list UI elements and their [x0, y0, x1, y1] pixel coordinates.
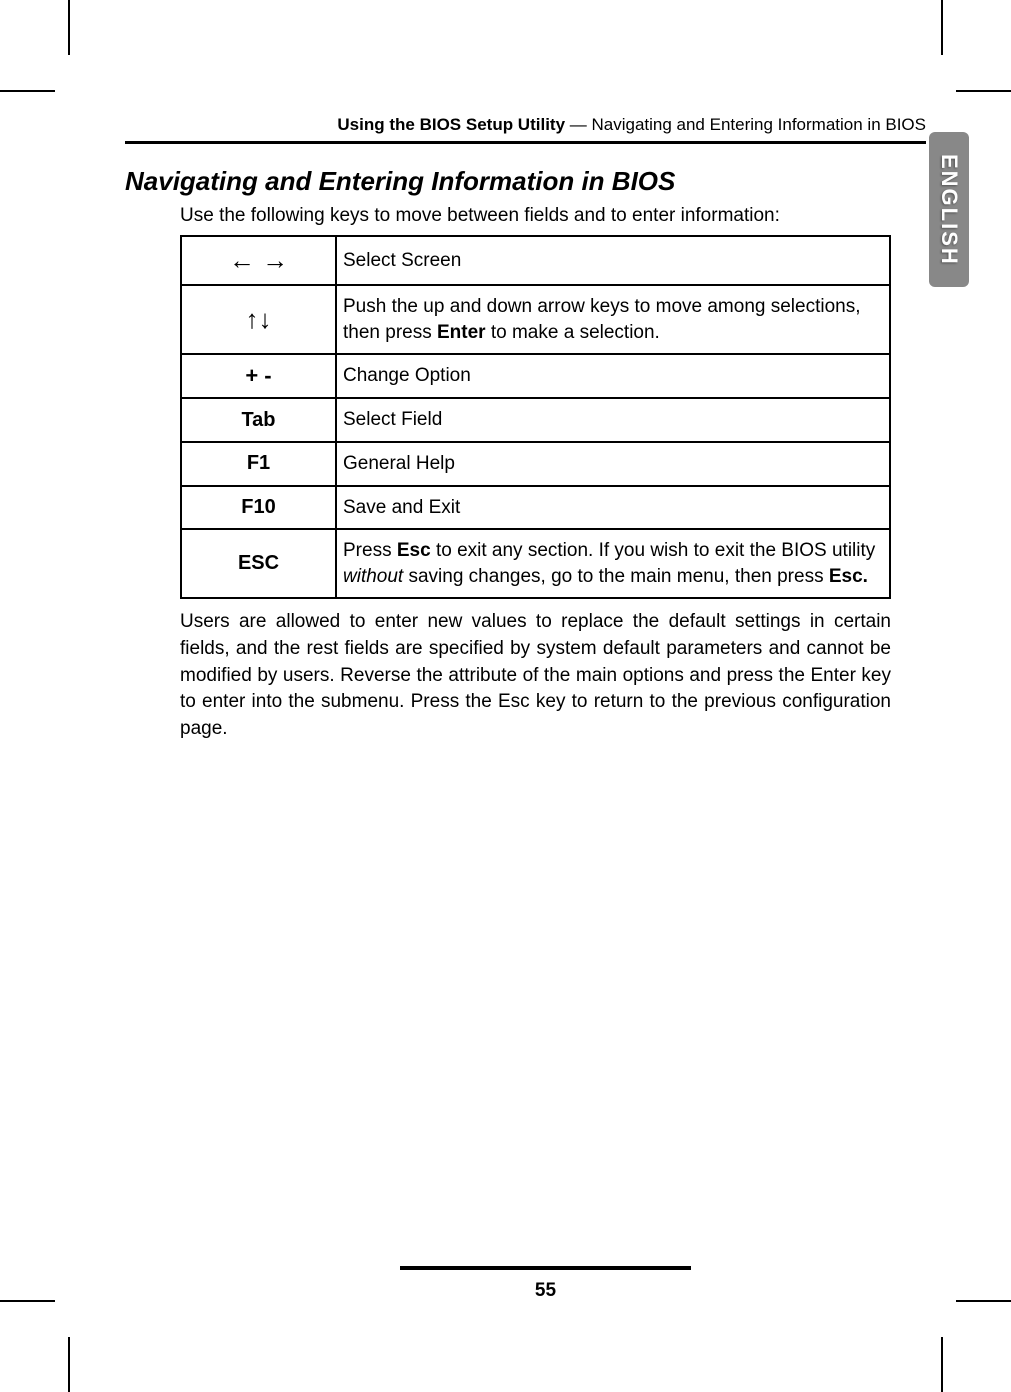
key-label: F10 — [241, 496, 275, 518]
section-title: Navigating and Entering Information in B… — [125, 166, 926, 197]
key-cell: ← → — [181, 236, 336, 285]
table-row: F10 Save and Exit — [181, 486, 890, 530]
description-cell: Select Screen — [336, 236, 890, 285]
body-paragraph: Users are allowed to enter new values to… — [180, 609, 891, 742]
description-cell: Save and Exit — [336, 486, 890, 530]
language-tab: ENGLISH — [929, 132, 969, 287]
table-row: ESC Press Esc to exit any section. If you… — [181, 529, 890, 598]
key-label: ← → — [229, 245, 288, 275]
page-number: 55 — [250, 1280, 841, 1302]
page-footer: 55 — [250, 1266, 841, 1302]
description-cell: Change Option — [336, 354, 890, 398]
language-tab-text: ENGLISH — [936, 154, 962, 266]
key-cell: F10 — [181, 486, 336, 530]
header-rest: — Navigating and Entering Information in… — [565, 115, 926, 134]
table-row: ← → Select Screen — [181, 236, 890, 285]
key-shortcuts-table: ← → Select Screen ↑↓ Push the up and down a… — [180, 235, 891, 599]
table-row: ↑↓ Push the up and down arrow keys to mov… — [181, 285, 890, 354]
key-label: F1 — [247, 452, 270, 474]
key-cell: ↑↓ — [181, 285, 336, 354]
page-content: Using the BIOS Setup Utility — Navigatin… — [125, 115, 926, 1302]
key-label: ESC — [238, 552, 279, 574]
table-row: + - Change Option — [181, 354, 890, 398]
key-cell: Tab — [181, 398, 336, 442]
description-cell: Select Field — [336, 398, 890, 442]
key-label: ↑↓ — [246, 304, 272, 334]
description-cell: Press Esc to exit any section. If you wi… — [336, 529, 890, 598]
table-row: F1 General Help — [181, 442, 890, 486]
running-header: Using the BIOS Setup Utility — Navigatin… — [125, 115, 926, 144]
header-bold: Using the BIOS Setup Utility — [337, 115, 565, 134]
key-label: + - — [245, 363, 271, 388]
footer-divider — [400, 1266, 691, 1270]
key-cell: ESC — [181, 529, 336, 598]
key-label: Tab — [241, 409, 275, 431]
description-cell: General Help — [336, 442, 890, 486]
intro-text: Use the following keys to move between f… — [180, 205, 926, 227]
key-cell: F1 — [181, 442, 336, 486]
table-row: Tab Select Field — [181, 398, 890, 442]
key-cell: + - — [181, 354, 336, 398]
description-cell: Push the up and down arrow keys to move … — [336, 285, 890, 354]
